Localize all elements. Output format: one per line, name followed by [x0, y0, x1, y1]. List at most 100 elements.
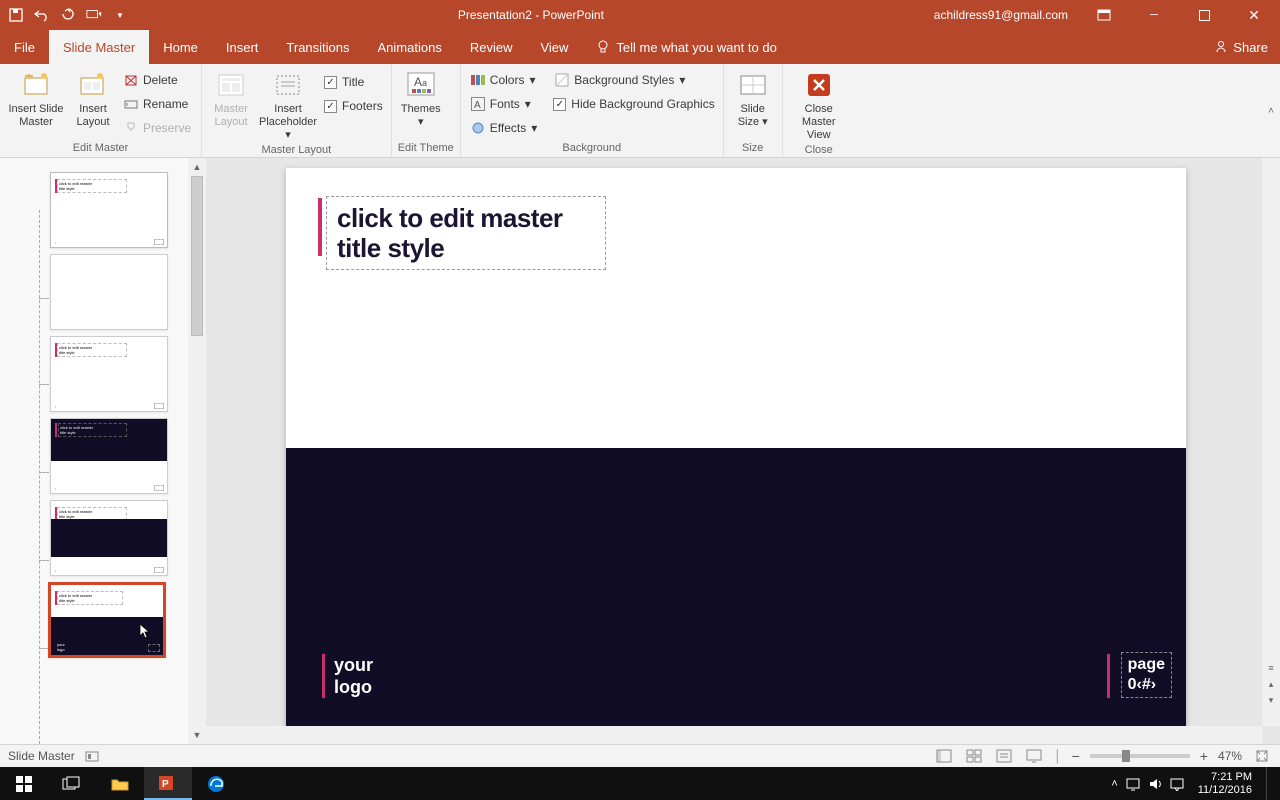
- zoom-slider-handle[interactable]: [1122, 750, 1130, 762]
- maximize-button[interactable]: [1182, 0, 1226, 30]
- footers-checkbox[interactable]: ✓Footers: [322, 95, 385, 117]
- slideshow-view-icon[interactable]: [1024, 748, 1044, 764]
- status-indicator-icon[interactable]: [85, 749, 99, 763]
- slide-sorter-view-icon[interactable]: [964, 748, 984, 764]
- collapse-ribbon-icon[interactable]: ˄: [1268, 105, 1274, 116]
- undo-icon[interactable]: [34, 7, 50, 23]
- delete-button[interactable]: Delete: [120, 69, 195, 91]
- redo-icon[interactable]: [60, 7, 76, 23]
- file-explorer-button[interactable]: [96, 767, 144, 800]
- tab-slide-master[interactable]: Slide Master: [49, 30, 149, 64]
- tab-file[interactable]: File: [0, 30, 49, 64]
- taskbar-clock[interactable]: 7:21 PM11/12/2016: [1192, 771, 1258, 797]
- fit-to-window-icon[interactable]: ≡: [1262, 660, 1280, 676]
- tray-network-icon[interactable]: [1126, 777, 1140, 791]
- rename-button[interactable]: Rename: [120, 93, 195, 115]
- title-bar: ▼ Presentation2 - PowerPoint achildress9…: [0, 0, 1280, 30]
- preserve-icon: [124, 121, 138, 135]
- slide-editor[interactable]: click to edit master title style yourlog…: [206, 158, 1280, 744]
- svg-text:A: A: [474, 100, 481, 111]
- zoom-in-button[interactable]: +: [1200, 748, 1208, 764]
- layout-thumbnail-1[interactable]: [50, 254, 168, 330]
- share-button[interactable]: Share: [1202, 30, 1280, 64]
- powerpoint-taskbar-button[interactable]: P: [144, 767, 192, 800]
- thumbnail-scrollbar[interactable]: ▲ ▼: [188, 158, 206, 744]
- close-master-view-button[interactable]: Close Master View: [789, 67, 849, 142]
- insert-slide-master-button[interactable]: Insert Slide Master: [6, 67, 66, 129]
- show-desktop-button[interactable]: [1266, 767, 1272, 800]
- quick-access-toolbar: ▼: [0, 7, 128, 23]
- workspace: click to edit mastertitle style l click …: [0, 158, 1280, 744]
- zoom-slider[interactable]: [1090, 754, 1190, 758]
- rename-icon: [124, 97, 138, 111]
- colors-button[interactable]: Colors ▾: [467, 69, 542, 91]
- tab-animations[interactable]: Animations: [364, 30, 456, 64]
- zoom-level[interactable]: 47%: [1218, 749, 1242, 763]
- preserve-button: Preserve: [120, 117, 195, 139]
- layout-thumbnail-2[interactable]: click to edit mastertitle style l: [50, 336, 168, 412]
- next-slide-icon[interactable]: ▾: [1262, 692, 1280, 708]
- prev-slide-icon[interactable]: ▴: [1262, 676, 1280, 692]
- fonts-button[interactable]: AFonts ▾: [467, 93, 542, 115]
- start-from-beginning-icon[interactable]: [86, 7, 102, 23]
- fit-slide-icon[interactable]: [1252, 748, 1272, 764]
- layout-thumbnail-5-selected[interactable]: click to edit mastertitle style yourlogo: [48, 582, 166, 658]
- title-placeholder[interactable]: click to edit master title style: [326, 196, 606, 270]
- tab-review[interactable]: Review: [456, 30, 527, 64]
- edge-taskbar-button[interactable]: [192, 767, 240, 800]
- layout-thumbnail-4[interactable]: click to edit mastertitle style l: [50, 500, 168, 576]
- group-edit-master: Insert Slide Master Insert Layout Delete…: [0, 64, 202, 157]
- reading-view-icon[interactable]: [994, 748, 1014, 764]
- master-layout-icon: [215, 69, 247, 101]
- tell-me-search[interactable]: Tell me what you want to do: [582, 30, 776, 64]
- slide-nav-buttons: ≡ ▴ ▾: [1262, 660, 1280, 708]
- title-checkbox[interactable]: ✓Title: [322, 71, 385, 93]
- layout-thumbnail-3[interactable]: click to edit mastertitle style l: [50, 418, 168, 494]
- scroll-up-icon[interactable]: ▲: [188, 158, 206, 176]
- editor-horizontal-scrollbar[interactable]: [206, 726, 1262, 744]
- tab-transitions[interactable]: Transitions: [272, 30, 363, 64]
- master-thumbnail[interactable]: click to edit mastertitle style l: [50, 172, 168, 248]
- qat-customize-icon[interactable]: ▼: [112, 7, 128, 23]
- scrollbar-thumb[interactable]: [191, 176, 203, 336]
- tray-chevron-icon[interactable]: ˄: [1111, 778, 1117, 790]
- insert-placeholder-button[interactable]: Insert Placeholder ▾: [258, 67, 318, 142]
- tray-volume-icon[interactable]: [1148, 777, 1162, 791]
- windows-taskbar: P ˄ 7:21 PM11/12/2016: [0, 767, 1280, 800]
- title-accent-bar: [318, 198, 322, 256]
- slide-size-button[interactable]: Slide Size ▾: [730, 67, 776, 129]
- themes-button[interactable]: Aa Themes▾: [398, 67, 444, 129]
- tab-view[interactable]: View: [526, 30, 582, 64]
- title-placeholder-text: click to edit master title style: [337, 203, 595, 263]
- save-icon[interactable]: [8, 7, 24, 23]
- account-name[interactable]: achildress91@gmail.com: [934, 8, 1076, 22]
- insert-slide-master-icon: [20, 69, 52, 101]
- slide-size-icon: [737, 69, 769, 101]
- group-size: Slide Size ▾ Size: [724, 64, 783, 157]
- lightbulb-icon: [596, 40, 610, 54]
- minimize-button[interactable]: ─: [1132, 0, 1176, 30]
- system-tray: ˄ 7:21 PM11/12/2016: [1111, 767, 1280, 800]
- tab-home[interactable]: Home: [149, 30, 212, 64]
- scroll-down-icon[interactable]: ▼: [188, 726, 206, 744]
- start-button[interactable]: [0, 767, 48, 800]
- page-number-placeholder[interactable]: page0‹#›: [1121, 652, 1172, 698]
- hide-background-graphics-checkbox[interactable]: ✓Hide Background Graphics: [551, 93, 716, 115]
- insert-layout-button[interactable]: Insert Layout: [70, 67, 116, 129]
- tab-insert[interactable]: Insert: [212, 30, 273, 64]
- task-view-button[interactable]: [48, 767, 96, 800]
- editor-vertical-scrollbar[interactable]: [1262, 158, 1280, 726]
- ribbon-tabs: File Slide Master Home Insert Transition…: [0, 30, 1280, 64]
- effects-button[interactable]: Effects ▾: [467, 117, 542, 139]
- slide-canvas[interactable]: click to edit master title style yourlog…: [286, 168, 1186, 728]
- thumbnail-panel: click to edit mastertitle style l click …: [0, 158, 206, 744]
- normal-view-icon[interactable]: [934, 748, 954, 764]
- close-button[interactable]: ✕: [1232, 0, 1276, 30]
- status-bar: Slide Master │ − + 47%: [0, 744, 1280, 767]
- zoom-out-button[interactable]: −: [1072, 748, 1080, 764]
- tray-action-center-icon[interactable]: [1170, 777, 1184, 791]
- window-title: Presentation2 - PowerPoint: [128, 8, 934, 22]
- logo-placeholder[interactable]: yourlogo: [334, 654, 373, 698]
- ribbon-display-options-icon[interactable]: [1082, 0, 1126, 30]
- background-styles-button[interactable]: Background Styles ▾: [551, 69, 716, 91]
